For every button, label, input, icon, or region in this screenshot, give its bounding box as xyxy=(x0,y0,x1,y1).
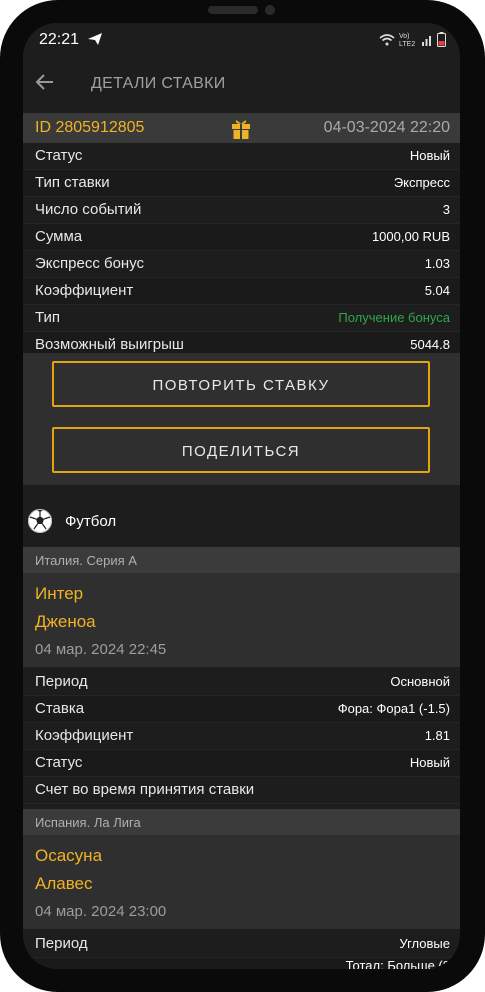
event-date: 04 мар. 2024 22:45 xyxy=(35,641,167,658)
detail-label: Сумма xyxy=(35,228,83,245)
status-icons: Vo) LTE2 xyxy=(379,32,446,49)
app-header: ДЕТАЛИ СТАВКИ xyxy=(23,57,460,113)
gift-icon[interactable] xyxy=(231,116,251,145)
bet-id-row: ID 2805912805 04-03-2024 22:20 xyxy=(23,113,460,143)
team-home: Осасуна xyxy=(35,846,103,865)
detail-row-coefficient: Коэффициент 5.04 xyxy=(23,278,460,305)
football-icon xyxy=(28,509,52,533)
detail-value: 5044.8 xyxy=(410,337,450,352)
network-label: Vo) LTE2 xyxy=(399,32,416,48)
league-name: Испания. Ла Лига xyxy=(35,815,141,830)
league-name: Италия. Серия А xyxy=(35,553,137,568)
detail-row-type: Тип Получение бонуса xyxy=(23,305,460,332)
detail-value: Фора: Фора1 (-1.5) xyxy=(337,701,450,716)
detail-row-express-bonus: Экспресс бонус 1.03 xyxy=(23,251,460,278)
detail-label: Коэффициент xyxy=(35,282,134,299)
signal-icon xyxy=(421,34,433,48)
status-time: 22:21 xyxy=(39,31,80,48)
wifi-icon xyxy=(379,33,395,48)
status-bar: 22:21 Vo) LTE2 xyxy=(23,23,460,57)
event-details: Период Угловые Тотал: Больше (8 xyxy=(23,931,460,969)
detail-value: Основной xyxy=(390,674,450,689)
speaker-grille xyxy=(208,6,258,14)
event-league: Испания. Ла Лига xyxy=(23,809,460,835)
sport-header: Футбол xyxy=(23,485,460,547)
detail-value: 5.04 xyxy=(424,283,450,298)
event-row-period: Период Основной xyxy=(23,669,460,696)
team-away: Алавес xyxy=(35,874,93,893)
detail-label: Счет во время принятия ставки xyxy=(35,781,255,798)
detail-label: Тип ставки xyxy=(35,174,110,191)
detail-label: Ставка xyxy=(35,700,85,717)
event-date: 04 мар. 2024 23:00 xyxy=(35,903,167,920)
detail-label: Статус xyxy=(35,147,83,164)
detail-value: Получение бонуса xyxy=(338,310,450,325)
back-arrow-icon[interactable] xyxy=(35,71,55,99)
detail-label: Период xyxy=(35,673,88,690)
share-button[interactable]: ПОДЕЛИТЬСЯ xyxy=(52,427,430,473)
detail-label: Число событий xyxy=(35,201,142,218)
team-away: Дженоа xyxy=(35,612,96,631)
event-row-bet: Ставка Фора: Фора1 (-1.5) xyxy=(23,696,460,723)
bet-id: ID 2805912805 xyxy=(35,119,145,136)
send-icon xyxy=(87,32,103,51)
detail-value: 1.03 xyxy=(424,256,450,271)
event-row-score: Счет во время принятия ставки xyxy=(23,777,460,804)
event-row-status: Статус Новый xyxy=(23,750,460,777)
detail-row-events-count: Число событий 3 xyxy=(23,197,460,224)
detail-value: 3 xyxy=(442,202,450,217)
repeat-bet-button[interactable]: ПОВТОРИТЬ СТАВКУ xyxy=(52,361,430,407)
event-match[interactable]: Интер Дженоа 04 мар. 2024 22:45 xyxy=(23,573,460,667)
detail-value: Экспресс xyxy=(393,175,450,190)
screen: 22:21 Vo) LTE2 ДЕТАЛИ СТАВКИ ID 28059128… xyxy=(23,23,460,969)
detail-label: Период xyxy=(35,935,88,952)
event-details: Период Основной Ставка Фора: Фора1 (-1.5) … xyxy=(23,669,460,804)
detail-value: Новый xyxy=(409,755,450,770)
phone-frame: 22:21 Vo) LTE2 ДЕТАЛИ СТАВКИ ID 28059128… xyxy=(0,0,485,992)
detail-row-bet-type: Тип ставки Экспресс xyxy=(23,170,460,197)
action-panel: ПОВТОРИТЬ СТАВКУ ПОДЕЛИТЬСЯ xyxy=(23,353,460,485)
detail-label: Статус xyxy=(35,754,83,771)
detail-label: Тип xyxy=(35,309,61,326)
team-home: Интер xyxy=(35,584,84,603)
event-league: Италия. Серия А xyxy=(23,547,460,573)
event-row-bet: Тотал: Больше (8 xyxy=(23,958,460,969)
event-match[interactable]: Осасуна Алавес 04 мар. 2024 23:00 xyxy=(23,835,460,929)
sport-label: Футбол xyxy=(65,513,117,530)
page-title: ДЕТАЛИ СТАВКИ xyxy=(91,75,226,92)
detail-row-status: Статус Новый xyxy=(23,143,460,170)
detail-row-amount: Сумма 1000,00 RUB xyxy=(23,224,460,251)
detail-value: 1.81 xyxy=(424,728,450,743)
front-camera xyxy=(265,5,275,15)
detail-label: Возможный выигрыш xyxy=(35,336,184,353)
bet-date: 04-03-2024 22:20 xyxy=(323,119,450,136)
event-row-coefficient: Коэффициент 1.81 xyxy=(23,723,460,750)
detail-value: Новый xyxy=(409,148,450,163)
detail-label: Экспресс бонус xyxy=(35,255,145,272)
detail-value: Угловые xyxy=(399,936,450,951)
detail-value: 1000,00 RUB xyxy=(371,229,450,244)
detail-label: Коэффициент xyxy=(35,727,134,744)
event-row-period: Период Угловые xyxy=(23,931,460,958)
detail-value: Тотал: Больше (8 xyxy=(345,958,450,969)
battery-icon xyxy=(437,32,446,49)
bet-details: Статус Новый Тип ставки Экспресс Число соб… xyxy=(23,143,460,359)
